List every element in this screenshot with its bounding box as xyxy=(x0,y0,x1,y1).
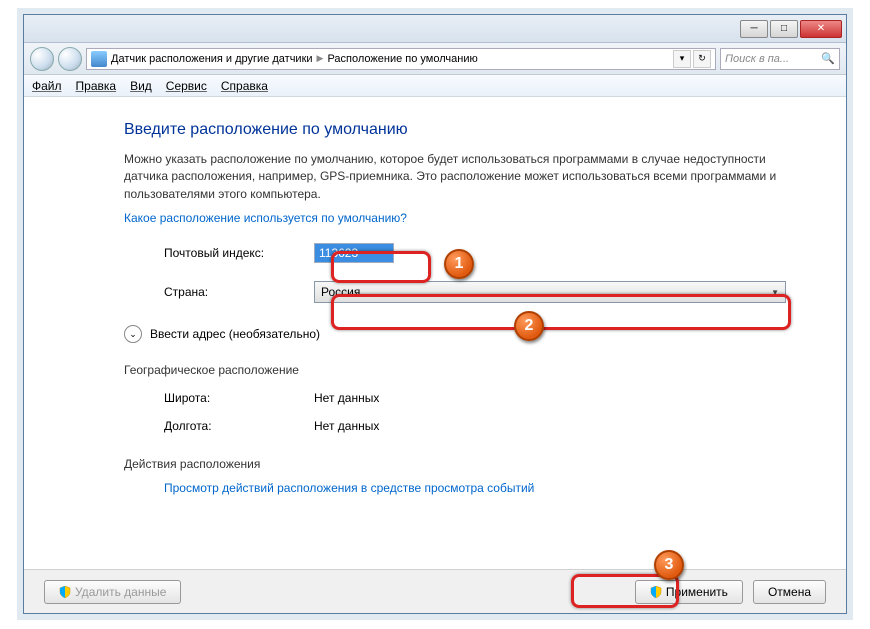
cancel-button[interactable]: Отмена xyxy=(753,580,826,604)
shield-icon xyxy=(650,586,662,598)
geo-heading: Географическое расположение xyxy=(124,363,786,377)
search-icon: 🔍 xyxy=(821,52,835,65)
postal-row: Почтовый индекс: xyxy=(124,243,786,263)
refresh-button[interactable]: ↻ xyxy=(693,50,711,68)
postal-input[interactable] xyxy=(314,243,394,263)
button-bar: Удалить данные Применить Отмена xyxy=(24,569,846,613)
address-expander[interactable]: ⌄ Ввести адрес (необязательно) xyxy=(124,325,786,343)
longitude-label: Долгота: xyxy=(164,419,314,433)
menu-tools[interactable]: Сервис xyxy=(166,79,207,93)
longitude-value: Нет данных xyxy=(314,419,379,433)
country-label: Страна: xyxy=(124,285,314,299)
country-dropdown[interactable]: Россия xyxy=(314,281,786,303)
breadcrumb-level2[interactable]: Расположение по умолчанию xyxy=(327,53,477,65)
latitude-value: Нет данных xyxy=(314,391,379,405)
help-link[interactable]: Какое расположение используется по умолч… xyxy=(124,211,786,225)
location-icon xyxy=(91,51,107,67)
country-row: Страна: Россия xyxy=(124,281,786,303)
menubar: Файл Правка Вид Сервис Справка xyxy=(24,75,846,97)
menu-view[interactable]: Вид xyxy=(130,79,152,93)
address-dropdown-button[interactable]: ▾ xyxy=(673,50,691,68)
menu-edit[interactable]: Правка xyxy=(76,79,117,93)
titlebar: ─ □ ✕ xyxy=(24,15,846,43)
delete-label: Удалить данные xyxy=(75,585,166,599)
menu-help[interactable]: Справка xyxy=(221,79,268,93)
expander-label: Ввести адрес (необязательно) xyxy=(150,327,320,341)
search-input[interactable]: Поиск в па... 🔍 xyxy=(720,48,840,70)
shield-icon xyxy=(59,586,71,598)
close-button[interactable]: ✕ xyxy=(800,20,842,38)
breadcrumb-level1[interactable]: Датчик расположения и другие датчики xyxy=(111,53,313,65)
delete-data-button[interactable]: Удалить данные xyxy=(44,580,181,604)
menu-file[interactable]: Файл xyxy=(32,79,62,93)
chevron-down-icon: ⌄ xyxy=(124,325,142,343)
apply-button[interactable]: Применить xyxy=(635,580,743,604)
latitude-row: Широта: Нет данных xyxy=(124,391,786,405)
content: Введите расположение по умолчанию Можно … xyxy=(24,97,846,505)
page-description: Можно указать расположение по умолчанию,… xyxy=(124,151,786,203)
nav-forward-button[interactable] xyxy=(58,47,82,71)
search-placeholder: Поиск в па... xyxy=(725,53,789,65)
chevron-right-icon: ▶ xyxy=(317,53,324,64)
maximize-button[interactable]: □ xyxy=(770,20,798,38)
country-value: Россия xyxy=(321,285,360,299)
navbar: Датчик расположения и другие датчики ▶ Р… xyxy=(24,43,846,75)
apply-label: Применить xyxy=(666,585,728,599)
page-title: Введите расположение по умолчанию xyxy=(124,121,786,139)
minimize-button[interactable]: ─ xyxy=(740,20,768,38)
longitude-row: Долгота: Нет данных xyxy=(124,419,786,433)
actions-link[interactable]: Просмотр действий расположения в средств… xyxy=(124,481,786,495)
cancel-label: Отмена xyxy=(768,585,811,599)
actions-heading: Действия расположения xyxy=(124,457,786,471)
address-bar[interactable]: Датчик расположения и другие датчики ▶ Р… xyxy=(86,48,716,70)
postal-label: Почтовый индекс: xyxy=(124,246,314,260)
latitude-label: Широта: xyxy=(164,391,314,405)
window: ─ □ ✕ Датчик расположения и другие датчи… xyxy=(23,14,847,614)
nav-back-button[interactable] xyxy=(30,47,54,71)
